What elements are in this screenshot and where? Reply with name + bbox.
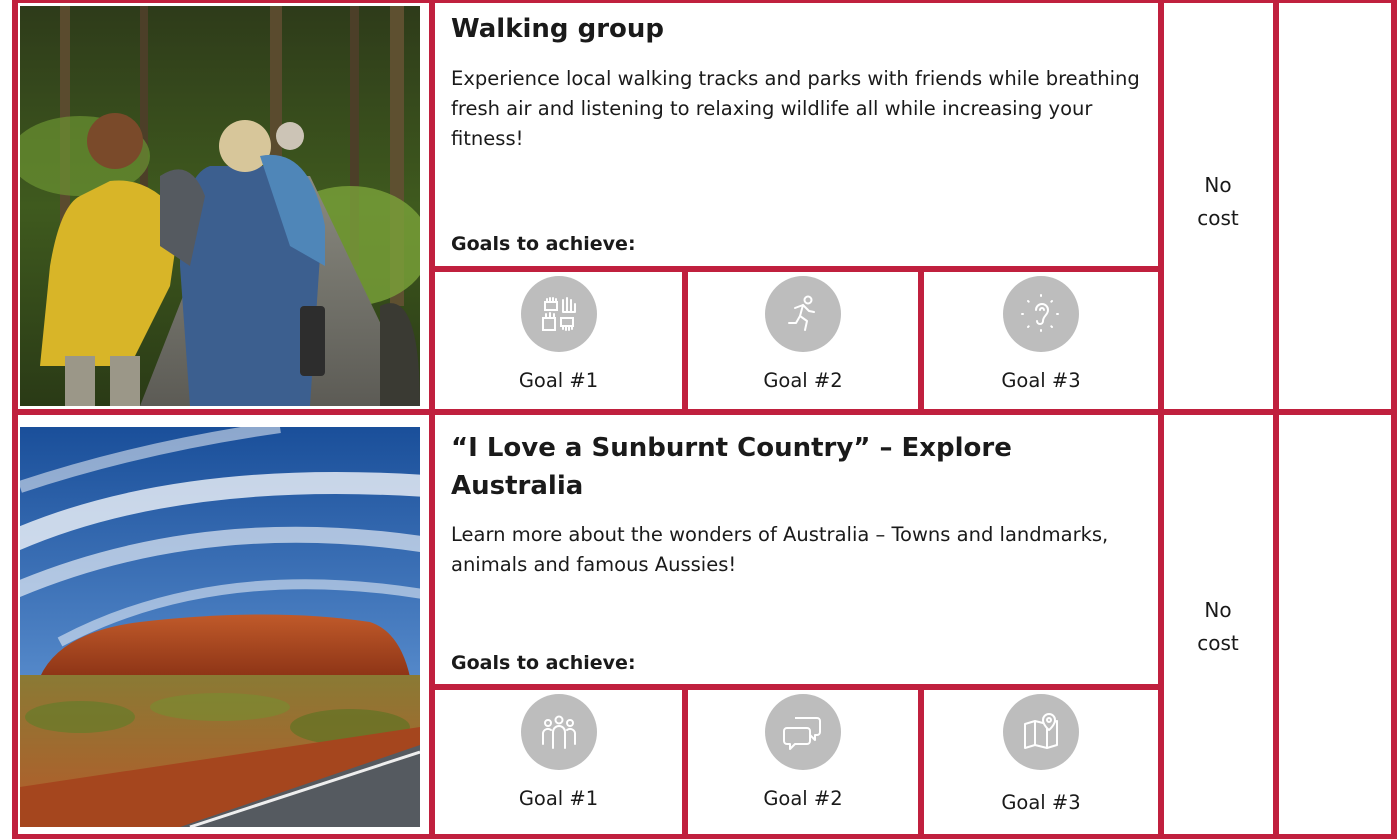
table-border [12,0,1397,3]
walking-group-photo [20,6,420,406]
hands-together-icon [520,276,597,352]
goals-label: Goals to achieve: [451,233,636,255]
goal-label: Goal #1 [518,787,599,810]
goals-label: Goals to achieve: [451,652,636,674]
table-border [1391,0,1397,839]
cost-text: cost [1197,206,1239,230]
table-border [12,0,18,839]
running-person-icon [765,276,841,352]
table-border [429,684,1164,690]
activity-description: Learn more about the wonders of Australi… [451,523,1109,576]
uluru-image [20,427,420,827]
goal-2: Goal #2 [688,276,918,394]
cost-cell: No cost [1164,594,1272,660]
goal-3: Goal #3 [924,694,1158,816]
activities-table: Walking group Experience local walking t… [0,0,1399,839]
goal-1: Goal #1 [435,694,682,812]
table-border [1158,0,1164,839]
table-border [12,834,1397,839]
activity-title: Walking group [451,14,665,44]
goal-3: Goal #3 [924,276,1158,394]
cost-cell: No cost [1164,169,1272,235]
group-people-icon [520,694,597,770]
goal-label: Goal #2 [763,369,843,392]
goal-1: Goal #1 [435,276,682,394]
map-pin-icon [1003,694,1079,770]
speech-bubbles-icon [765,694,841,770]
walking-group-image [20,6,420,406]
goal-label: Goal #3 [1001,369,1081,392]
goal-label: Goal #3 [1001,791,1081,814]
table-border [429,266,1164,272]
cost-text: No [1204,173,1232,197]
activity-description: Experience local walking tracks and park… [451,67,1140,150]
goal-2: Goal #2 [688,694,918,812]
table-border [1273,0,1279,839]
table-border [12,409,1397,415]
goal-label: Goal #1 [518,369,599,392]
cost-text: No [1204,598,1232,622]
goal-label: Goal #2 [763,787,843,810]
uluru-photo [20,427,420,827]
cost-text: cost [1197,631,1239,655]
ear-listening-icon [1003,276,1079,352]
activity-title: “I Love a Sunburnt Country” – Explore Au… [451,433,1012,501]
